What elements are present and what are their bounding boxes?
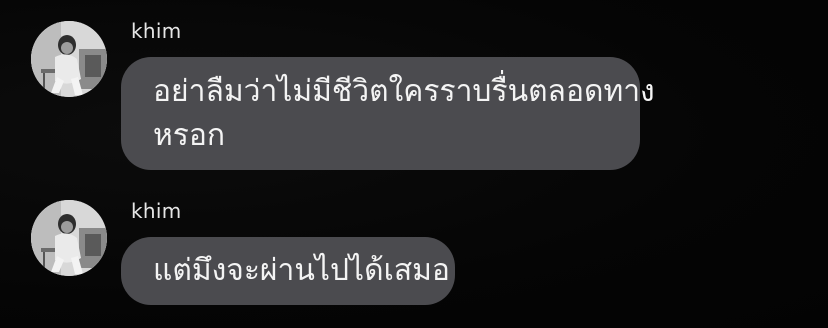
profile-photo-icon	[31, 200, 107, 276]
sender-name: khim	[131, 199, 182, 223]
avatar[interactable]	[31, 200, 107, 276]
message-text-line: อย่าลืมว่าไม่มีชีวิตใครราบรื่นตลอดทาง	[153, 74, 655, 109]
message-bubble[interactable]: อย่าลืมว่าไม่มีชีวิตใครราบรื่นตลอดทาง หร…	[121, 57, 655, 170]
profile-photo-icon	[31, 21, 107, 97]
message-text-line: แต่มึงจะผ่านไปได้เสมอ	[153, 253, 450, 288]
avatar[interactable]	[31, 21, 107, 97]
message-text-line: หรอก	[153, 118, 226, 153]
message-bubble[interactable]: แต่มึงจะผ่านไปได้เสมอ	[121, 237, 455, 305]
sender-name: khim	[131, 19, 182, 43]
